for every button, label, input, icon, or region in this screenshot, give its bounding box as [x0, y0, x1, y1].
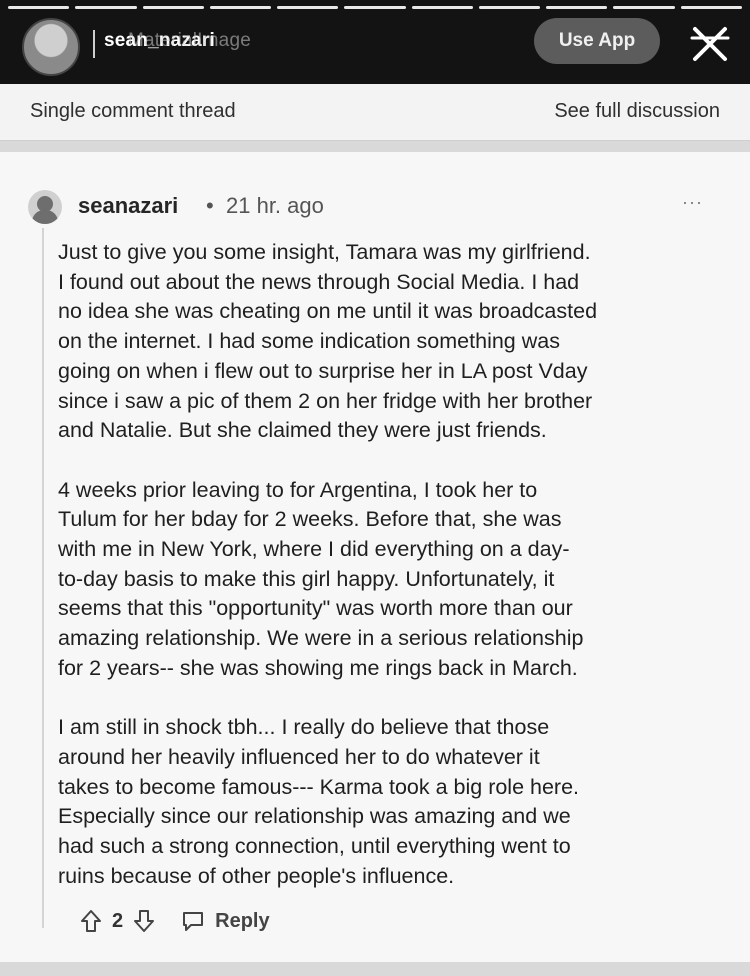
- comment-card: seanazari • 21 hr. ago ··· Just to give …: [0, 152, 750, 962]
- single-comment-thread-label: Single comment thread: [30, 100, 236, 122]
- comment-paragraph: Just to give you some insight, Tamara wa…: [58, 240, 598, 443]
- thread-line[interactable]: [42, 228, 44, 928]
- story-overlap-text: MaterialImage: [128, 30, 251, 51]
- story-title[interactable]: sean_nazari MaterialImage: [104, 30, 251, 52]
- story-avatar[interactable]: [22, 18, 80, 76]
- vote-count: 2: [112, 909, 124, 932]
- meta-separator: •: [206, 193, 214, 218]
- use-app-button[interactable]: Use App: [534, 18, 660, 64]
- more-options-icon[interactable]: ···: [682, 192, 703, 213]
- comment-timestamp: 21 hr. ago: [226, 193, 324, 218]
- thread-subheader: Single comment thread See full discussio…: [0, 84, 750, 141]
- comment-paragraph: I am still in shock tbh... I really do b…: [58, 715, 580, 888]
- comment-actions: 2 Reply: [80, 904, 270, 938]
- see-full-discussion-link[interactable]: See full discussion: [554, 100, 720, 123]
- story-progress: [8, 6, 742, 9]
- comment-body: Just to give you some insight, Tamara wa…: [58, 238, 738, 921]
- downvote-icon[interactable]: [133, 909, 155, 933]
- close-icon[interactable]: [690, 24, 730, 64]
- reply-icon[interactable]: [181, 910, 205, 932]
- comment-avatar[interactable]: [28, 190, 62, 224]
- comment-paragraph: 4 weeks prior leaving to for Argentina, …: [58, 477, 584, 680]
- upvote-icon[interactable]: [80, 909, 102, 933]
- reply-button[interactable]: Reply: [215, 910, 269, 933]
- divider: [93, 30, 95, 58]
- story-header: sean_nazari MaterialImage Use App: [0, 0, 750, 84]
- comment-author[interactable]: seanazari: [78, 193, 178, 219]
